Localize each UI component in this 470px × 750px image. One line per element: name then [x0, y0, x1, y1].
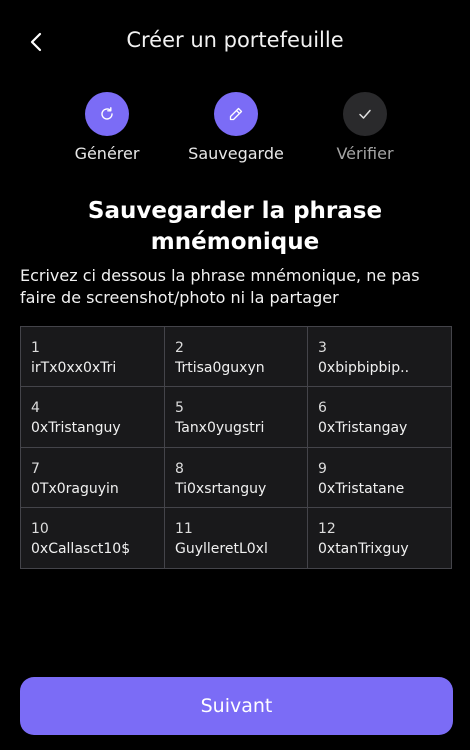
- word-number: 11: [175, 520, 193, 537]
- word-text: 0Tx0raguyin: [31, 480, 119, 497]
- step-circle: [85, 92, 129, 136]
- step-verify: Vérifier: [305, 92, 425, 163]
- mnemonic-word-cell[interactable]: 9 0xTristatane: [308, 448, 451, 508]
- word-text: GuylleretL0xl: [175, 540, 268, 557]
- word-number: 8: [175, 460, 184, 477]
- word-text: 0xtanTrixguy: [318, 540, 409, 557]
- step-backup: Sauvegarde: [176, 92, 296, 163]
- step-circle: [214, 92, 258, 136]
- word-text: 0xTristangay: [318, 420, 408, 437]
- step-generate: Générer: [47, 92, 167, 163]
- word-text: 0xTristanguy: [31, 420, 121, 437]
- section-title: Sauvegarder la phrase mnémonique: [87, 198, 383, 255]
- word-number: 10: [31, 520, 49, 537]
- mnemonic-word-cell[interactable]: 1 irTx0xx0xTri: [21, 327, 165, 388]
- stepper: Générer Sauvegarde Vérifier: [0, 92, 470, 172]
- step-label: Sauvegarde: [188, 144, 284, 163]
- next-button[interactable]: Suivant: [20, 677, 453, 735]
- word-number: 5: [175, 400, 184, 417]
- mnemonic-word-cell[interactable]: 3 0xbipbipbip..: [308, 327, 451, 388]
- mnemonic-word-cell[interactable]: 10 0xCallasct10$: [21, 507, 165, 568]
- mnemonic-word-cell[interactable]: 4 0xTristanguy: [21, 387, 165, 448]
- check-icon: [359, 109, 371, 119]
- word-number: 12: [318, 520, 336, 537]
- word-number: 7: [31, 460, 40, 477]
- word-number: 2: [175, 340, 184, 356]
- refresh-icon: [101, 107, 113, 120]
- mnemonic-word-cell[interactable]: 8 Ti0xsrtanguy: [165, 447, 308, 508]
- word-text: Tanx0yugstri: [175, 420, 265, 437]
- word-number: 3: [318, 340, 327, 356]
- mnemonic-word-cell[interactable]: 11 GuylleretL0xl: [165, 507, 308, 568]
- word-text: Trtisa0guxyn: [175, 360, 265, 376]
- mnemonic-word-cell[interactable]: 6 0xTristangay: [308, 387, 451, 448]
- section-description: Ecrivez ci dessous la phrase mnémonique,…: [20, 266, 420, 307]
- app-header: Créer un portefeuille: [0, 0, 470, 86]
- word-text: 0xbipbipbip..: [318, 360, 410, 376]
- mnemonic-grid: 1 irTx0xx0xTri 2 Trtisa0guxyn 3 0xbipbipbip…: [20, 326, 452, 569]
- step-circle: [343, 92, 387, 136]
- word-text: 0xCallasct10$: [31, 540, 131, 557]
- word-text: irTx0xx0xTri: [31, 360, 117, 376]
- mnemonic-word-cell[interactable]: 12 0xtanTrixguy: [308, 508, 451, 568]
- page-title: Créer un portefeuille: [126, 28, 344, 52]
- mnemonic-word-cell[interactable]: 2 Trtisa0guxyn: [165, 327, 308, 388]
- word-number: 1: [31, 340, 40, 356]
- word-number: 9: [318, 460, 327, 477]
- word-text: Ti0xsrtanguy: [175, 480, 267, 497]
- step-label: Vérifier: [336, 144, 394, 163]
- word-number: 4: [31, 400, 40, 417]
- step-label: Générer: [74, 144, 140, 163]
- word-text: 0xTristatane: [318, 480, 405, 497]
- pencil-icon: [229, 107, 243, 121]
- word-number: 6: [318, 400, 327, 417]
- mnemonic-word-cell[interactable]: 7 0Tx0raguyin: [21, 447, 165, 508]
- mnemonic-word-cell[interactable]: 5 Tanx0yugstri: [165, 387, 308, 448]
